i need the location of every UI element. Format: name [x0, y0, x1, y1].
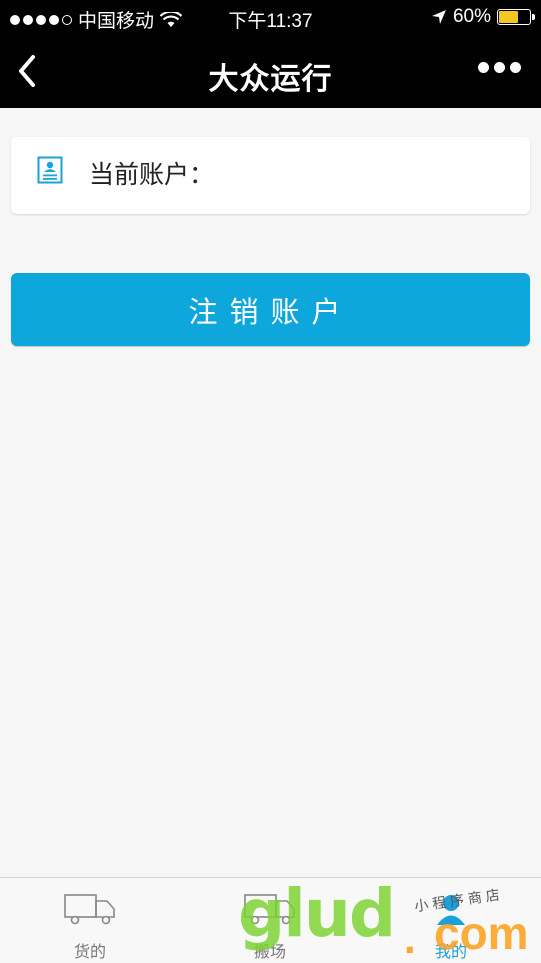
- status-right: 60%: [431, 6, 535, 28]
- nav-bar: 大众运行: [0, 34, 541, 108]
- tab-label-goods: 货的: [73, 944, 106, 961]
- tab-mine[interactable]: 我的: [361, 878, 541, 961]
- tab-bar: 货的 搬场 我的: [0, 877, 541, 961]
- tab-label-mine: 我的: [434, 944, 467, 961]
- more-button[interactable]: [478, 62, 521, 73]
- page-title: 大众运行: [208, 63, 333, 96]
- more-dots-icon: [478, 62, 489, 73]
- user-icon: [437, 895, 465, 925]
- account-card: 当前账户：: [11, 137, 530, 214]
- account-label: 当前账户：: [89, 161, 215, 189]
- battery-fill: [499, 11, 519, 23]
- contact-card-icon: [37, 156, 63, 184]
- battery-percent: 60%: [452, 6, 491, 27]
- truck-icon: [64, 894, 115, 925]
- tab-goods[interactable]: 货的: [0, 878, 180, 961]
- moving-truck-icon: [244, 894, 295, 925]
- tab-moving[interactable]: 搬场: [180, 878, 360, 961]
- location-arrow-icon: [431, 10, 446, 24]
- tab-label-moving: 搬场: [253, 944, 286, 961]
- status-bar: 中国移动 下午11:37 60%: [0, 0, 541, 34]
- battery-icon: [497, 9, 535, 25]
- logout-button[interactable]: 注销账户: [11, 273, 530, 346]
